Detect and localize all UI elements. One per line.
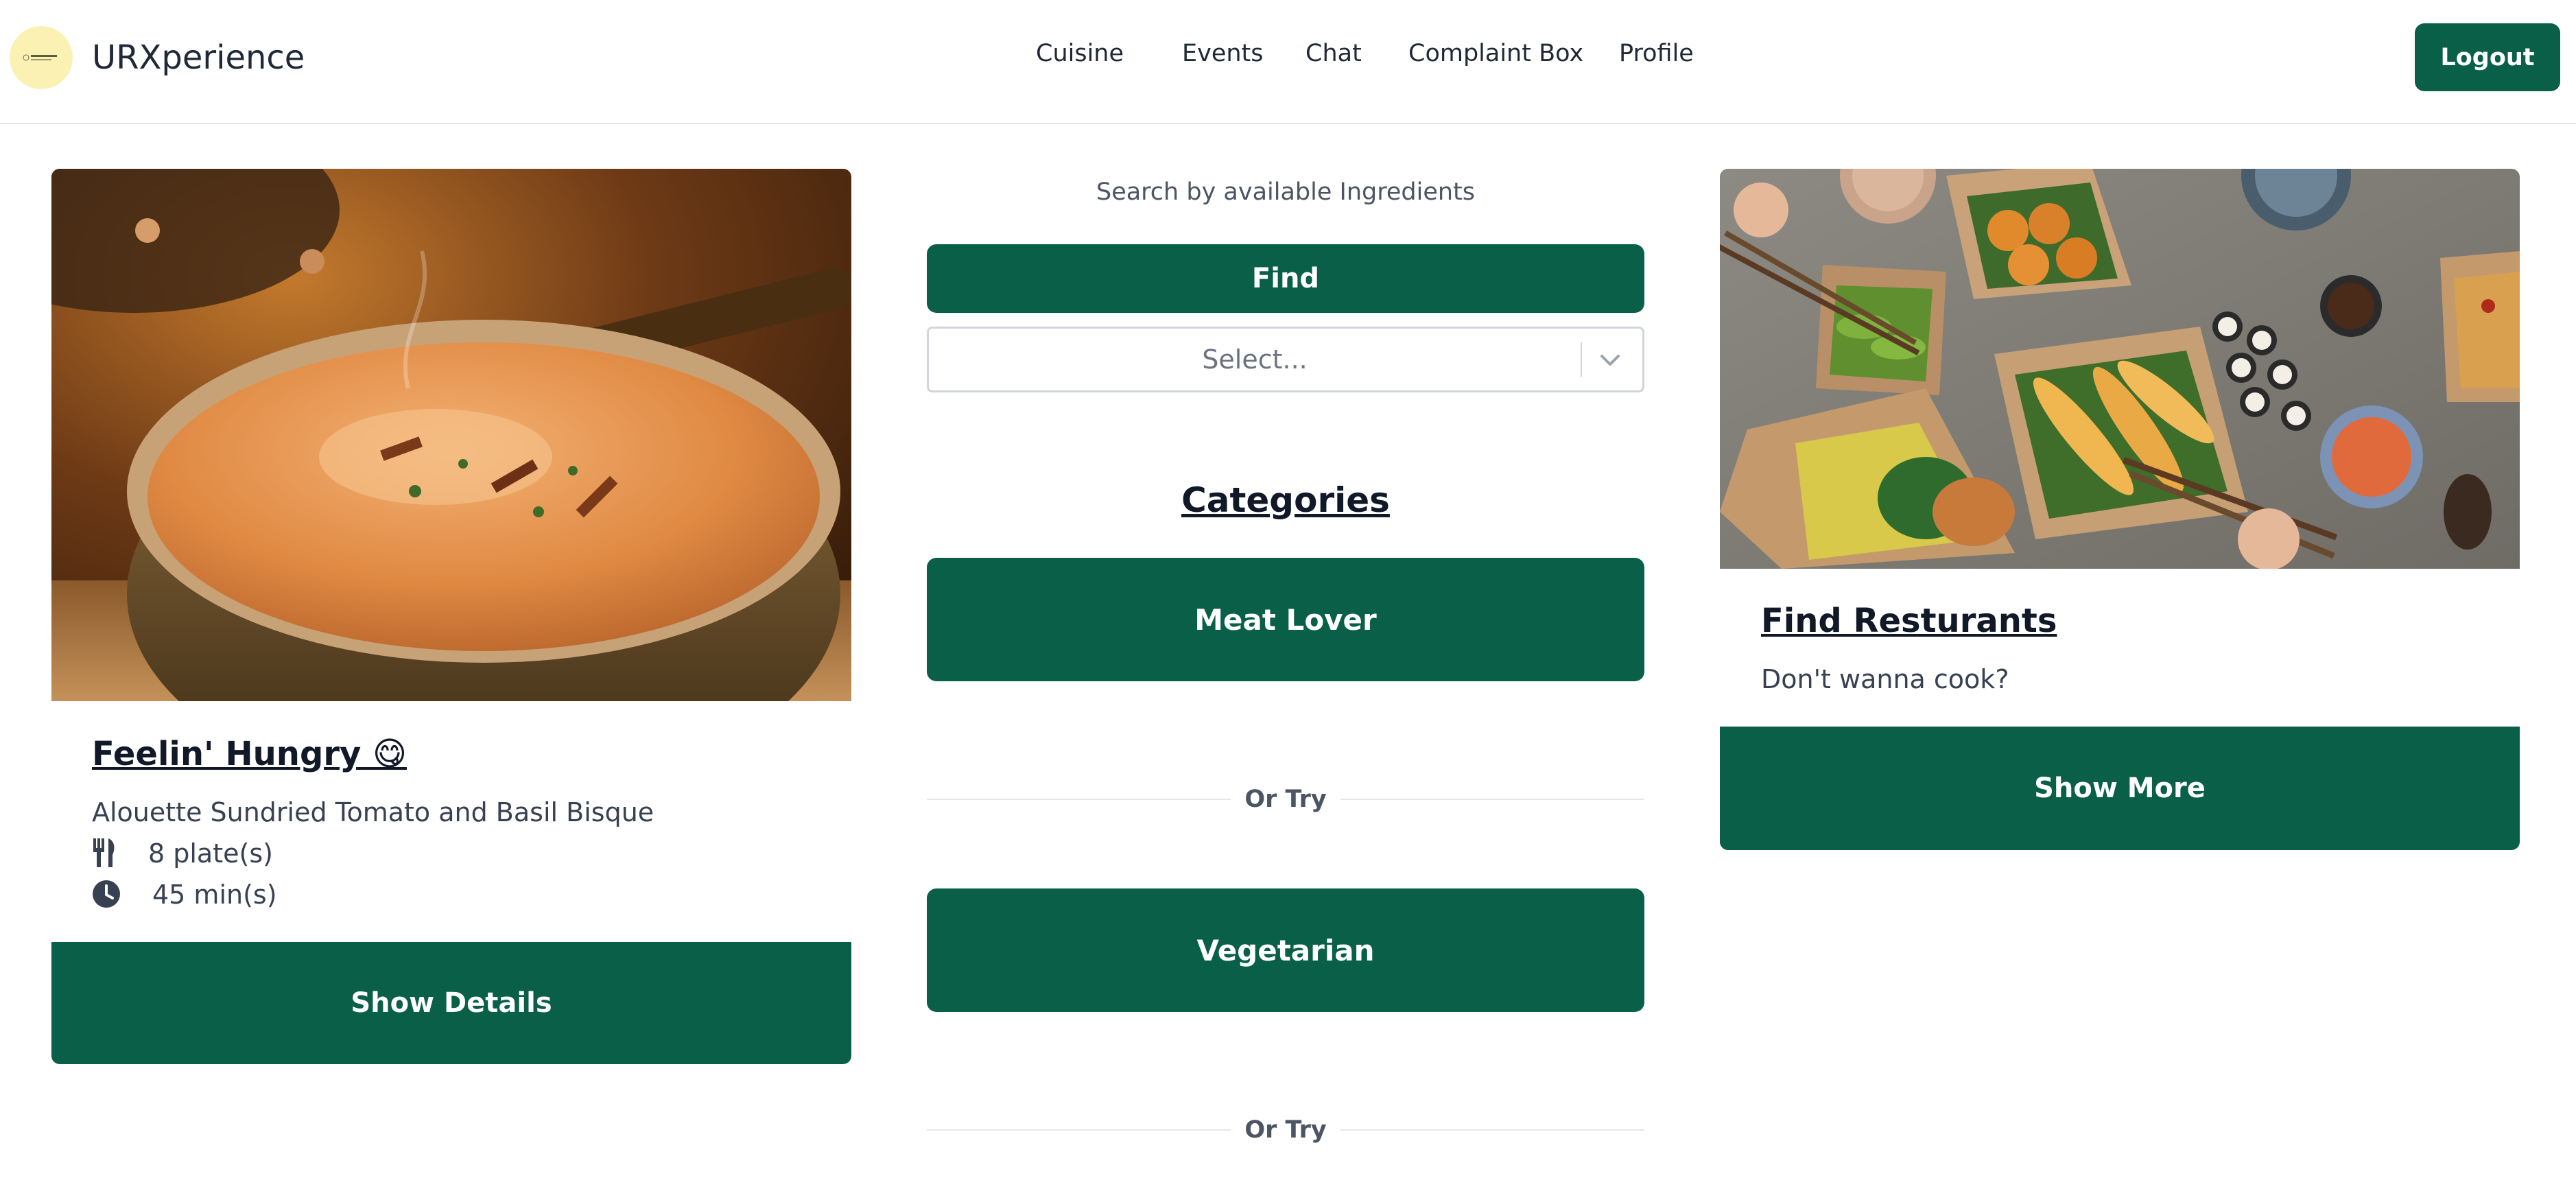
or-try-label: Or Try (1231, 1116, 1340, 1144)
top-navbar: URXperience Cuisine Events Chat Complain… (0, 0, 2576, 124)
or-try-label: Or Try (1231, 786, 1340, 813)
nav-events[interactable]: Events (1182, 37, 1264, 70)
show-more-button[interactable]: Show More (1720, 727, 2520, 850)
nav-chat[interactable]: Chat (1305, 37, 1362, 70)
card-title-find-restaurants[interactable]: Find Resturants (1761, 600, 2057, 642)
find-button[interactable]: Find (927, 244, 1644, 313)
recipe-name: Alouette Sundried Tomato and Basil Bisqu… (92, 797, 654, 827)
logo-mark-icon (23, 54, 57, 61)
clock-icon (92, 880, 121, 908)
select-placeholder: Select... (1202, 344, 1308, 375)
or-try-divider: Or Try (927, 782, 1644, 816)
cook-time-text: 45 min(s) (152, 880, 277, 910)
fork-knife-icon (92, 838, 115, 867)
ingredient-search-label: Search by available Ingredients (1096, 178, 1476, 206)
category-vegetarian-button[interactable]: Vegetarian (927, 888, 1644, 1012)
brand-logo[interactable] (10, 26, 73, 89)
logout-button[interactable]: Logout (2415, 23, 2560, 91)
brand-name[interactable]: URXperience (92, 36, 305, 80)
card-title-hungry[interactable]: Feelin' Hungry 😋 (92, 733, 407, 775)
ingredient-select[interactable]: Select... (927, 327, 1644, 392)
or-try-divider: Or Try (927, 1113, 1644, 1147)
select-separator (1581, 342, 1582, 377)
nav-cuisine[interactable]: Cuisine (1036, 37, 1124, 70)
nav-complaint-box[interactable]: Complaint Box (1408, 37, 1583, 70)
servings-text: 8 plate(s) (148, 838, 273, 869)
show-details-button[interactable]: Show Details (51, 942, 851, 1064)
categories-heading: Categories (1181, 480, 1390, 520)
soup-image (51, 169, 851, 701)
category-meat-lover-button[interactable]: Meat Lover (927, 558, 1644, 681)
nav-profile[interactable]: Profile (1619, 37, 1694, 70)
chevron-down-icon[interactable] (1596, 348, 1624, 373)
restaurant-subtitle: Don't wanna cook? (1761, 664, 2009, 694)
restaurant-food-image (1720, 169, 2520, 569)
